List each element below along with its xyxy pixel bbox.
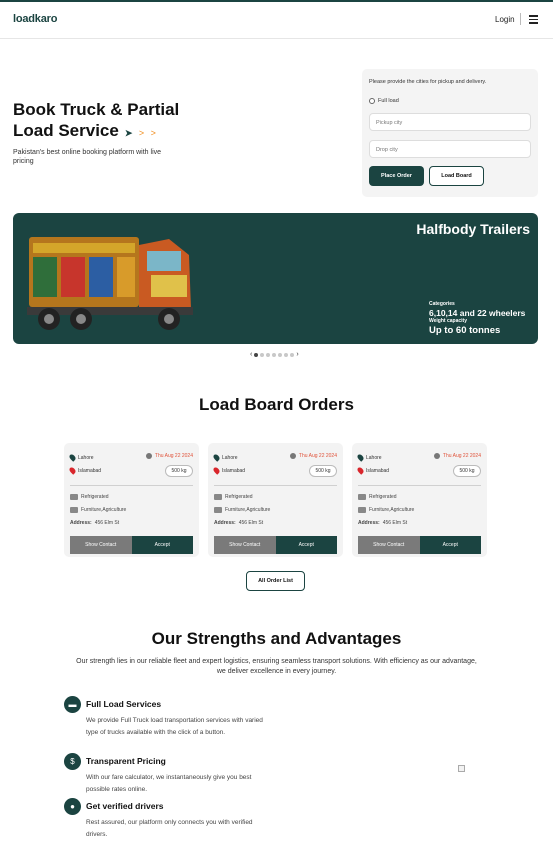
clock-icon	[289, 453, 296, 459]
pin-icon	[356, 453, 365, 462]
accept-button[interactable]: Accept	[131, 536, 193, 554]
banner-details: Categories 6,10,14 and 22 wheelers Weigh…	[429, 301, 525, 336]
address: Address: 456 Elm St	[214, 520, 264, 526]
carousel-dot[interactable]	[260, 352, 265, 357]
feature-title: Transparent Pricing	[86, 756, 166, 766]
categories-value: 6,10,14 and 22 wheelers	[429, 308, 526, 318]
address: Address: 456 Elm St	[70, 520, 120, 526]
form-prompt: Please provide the cities for pickup and…	[369, 79, 487, 85]
drop-row: Islamabad	[68, 466, 101, 475]
feature-title: Full Load Services	[86, 699, 162, 709]
arrows-icon: ➤ > >	[124, 128, 158, 138]
pin-icon	[68, 453, 77, 462]
box-icon	[214, 507, 222, 513]
show-contact-button[interactable]: Show Contact	[70, 536, 132, 554]
chevron-right-icon[interactable]: ›	[296, 351, 298, 358]
full-load-option[interactable]: Full load	[369, 98, 399, 104]
pickup-row: Lahore	[212, 453, 238, 462]
advantages-title: Our Strengths and Advantages	[151, 629, 402, 648]
order-card: Lahore Thu Aug 22 2024 Islamabad 500 kg …	[352, 443, 487, 557]
goods-type: Furniture,Agriculture	[70, 507, 126, 513]
banner-title: Halfbody Trailers	[416, 221, 530, 237]
goods-type: Furniture,Agriculture	[214, 507, 270, 513]
carousel-dot[interactable]	[278, 352, 283, 357]
pickup-city-input[interactable]: Pickup city	[369, 113, 531, 131]
capacity-value: Up to 60 tonnes	[429, 325, 501, 336]
pin-icon	[212, 466, 221, 475]
truck-image	[27, 237, 193, 330]
drop-city-input[interactable]: Drop city	[369, 140, 531, 158]
clock-icon	[145, 453, 152, 459]
categories-label: Categories	[429, 301, 455, 307]
hero-banner: Halfbody Trailers Categories 6,10,14 and…	[13, 213, 538, 344]
show-contact-button[interactable]: Show Contact	[214, 536, 276, 554]
address: Address: 456 Elm St	[358, 520, 408, 526]
pickup-row: Lahore	[68, 453, 94, 462]
load-board-button[interactable]: Load Board	[429, 166, 484, 186]
logo[interactable]: loadkaro	[13, 13, 57, 25]
login-link[interactable]: Login	[495, 15, 515, 24]
hamburger-menu-icon[interactable]	[529, 15, 538, 24]
order-actions: Show Contact Accept	[70, 536, 193, 554]
feature-title: Get verified drivers	[86, 801, 164, 811]
divider	[214, 485, 337, 486]
pin-icon	[212, 453, 221, 462]
accept-button[interactable]: Accept	[419, 536, 481, 554]
truck-icon	[70, 494, 78, 500]
show-contact-button[interactable]: Show Contact	[358, 536, 420, 554]
pin-icon	[356, 466, 365, 475]
carousel-dot[interactable]	[272, 352, 277, 357]
order-actions: Show Contact Accept	[358, 536, 481, 554]
feature-desc: With our fare calculator, we instantaneo…	[86, 774, 252, 793]
box-icon	[70, 507, 78, 513]
carousel-dot[interactable]	[254, 352, 259, 357]
booking-form: Please provide the cities for pickup and…	[362, 69, 538, 197]
driver-icon: ●	[64, 798, 81, 815]
site-header: loadkaro Login	[0, 2, 553, 39]
weight-badge: 500 kg	[309, 465, 337, 477]
weight-badge: 500 kg	[453, 465, 481, 477]
pickup-row: Lahore	[356, 453, 382, 462]
box-icon	[358, 507, 366, 513]
order-date: Thu Aug 22 2024	[145, 453, 193, 459]
drop-row: Islamabad	[212, 466, 245, 475]
clock-icon	[433, 453, 440, 459]
accept-button[interactable]: Accept	[275, 536, 337, 554]
order-card: Lahore Thu Aug 22 2024 Islamabad 500 kg …	[64, 443, 199, 557]
order-card: Lahore Thu Aug 22 2024 Islamabad 500 kg …	[208, 443, 343, 557]
truck-icon	[358, 494, 366, 500]
advantages-subtitle: Our strength lies in our reliable fleet …	[76, 658, 477, 675]
weight-badge: 500 kg	[165, 465, 193, 477]
place-order-button[interactable]: Place Order	[369, 166, 424, 186]
vehicle-type: Refrigerated	[70, 494, 109, 500]
vehicle-type: Refrigerated	[358, 494, 397, 500]
goods-type: Furniture,Agriculture	[358, 507, 414, 513]
carousel-dot[interactable]	[290, 352, 295, 357]
truck-icon: ▬	[64, 696, 81, 713]
order-date: Thu Aug 22 2024	[433, 453, 481, 459]
order-date: Thu Aug 22 2024	[289, 453, 337, 459]
pin-icon	[68, 466, 77, 475]
hero-subtitle: Pakistan's best online booking platform …	[13, 149, 162, 165]
truck-icon	[214, 494, 222, 500]
broken-image-icon	[458, 765, 465, 772]
divider	[358, 485, 481, 486]
price-icon: $	[64, 753, 81, 770]
divider	[70, 485, 193, 486]
radio-icon[interactable]	[369, 98, 375, 104]
header-divider	[520, 13, 521, 25]
feature-desc: Rest assured, our platform only connects…	[86, 819, 253, 838]
capacity-label: Weight capacity	[429, 318, 467, 324]
carousel-dot[interactable]	[284, 352, 289, 357]
chevron-left-icon[interactable]: ‹	[250, 351, 252, 358]
carousel-dot[interactable]	[266, 352, 271, 357]
load-board-title: Load Board Orders	[199, 395, 354, 414]
order-actions: Show Contact Accept	[214, 536, 337, 554]
drop-row: Islamabad	[356, 466, 389, 475]
hero-title: Book Truck & Partial Load Service ➤ > >	[13, 100, 180, 140]
feature-desc: We provide Full Truck load transportatio…	[86, 717, 263, 736]
carousel-pager: ‹ ›	[250, 351, 299, 358]
vehicle-type: Refrigerated	[214, 494, 253, 500]
all-order-list-button[interactable]: All Order List	[246, 571, 305, 591]
